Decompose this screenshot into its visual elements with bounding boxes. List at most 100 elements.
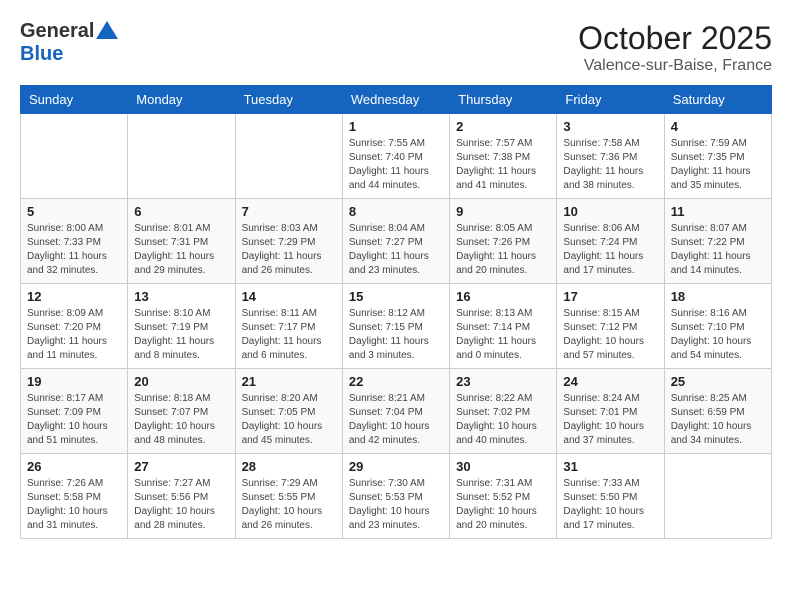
- day-number: 29: [349, 459, 443, 474]
- day-number: 31: [563, 459, 657, 474]
- day-header-friday: Friday: [557, 86, 664, 114]
- location: Valence-sur-Baise, France: [578, 57, 772, 75]
- calendar-cell: [128, 114, 235, 199]
- day-info: Sunrise: 7:58 AM Sunset: 7:36 PM Dayligh…: [563, 137, 657, 193]
- calendar-cell: 30 Sunrise: 7:31 AM Sunset: 5:52 PM Dayli…: [450, 454, 557, 539]
- calendar-cell: [21, 114, 128, 199]
- calendar-cell: 12Sunrise: 8:09 AM Sunset: 7:20 PM Dayli…: [21, 284, 128, 369]
- calendar-cell: 23 Sunrise: 8:22 AM Sunset: 7:02 PM Dayli…: [450, 369, 557, 454]
- day-number: 27: [134, 459, 228, 474]
- day-info: Sunrise: 8:06 AM Sunset: 7:24 PM Dayligh…: [563, 222, 657, 278]
- day-number: 17: [563, 289, 657, 304]
- day-info: Sunrise: 8:17 AM Sunset: 7:09 PM Dayligh…: [27, 392, 121, 448]
- day-number: 22: [349, 374, 443, 389]
- logo-blue: Blue: [20, 43, 63, 66]
- day-info: Sunrise: 7:55 AM Sunset: 7:40 PM Dayligh…: [349, 137, 443, 193]
- day-header-sunday: Sunday: [21, 86, 128, 114]
- day-info: Sunrise: 8:03 AM Sunset: 7:29 PM Dayligh…: [242, 222, 336, 278]
- calendar-cell: 20 Sunrise: 8:18 AM Sunset: 7:07 PM Dayli…: [128, 369, 235, 454]
- day-number: 23: [456, 374, 550, 389]
- day-info: Sunrise: 8:22 AM Sunset: 7:02 PM Dayligh…: [456, 392, 550, 448]
- day-number: 6: [134, 204, 228, 219]
- calendar-cell: 16 Sunrise: 8:13 AM Sunset: 7:14 PM Dayli…: [450, 284, 557, 369]
- day-info: Sunrise: 8:20 AM Sunset: 7:05 PM Dayligh…: [242, 392, 336, 448]
- day-info: Sunrise: 8:25 AM Sunset: 6:59 PM Dayligh…: [671, 392, 765, 448]
- calendar-cell: [664, 454, 771, 539]
- calendar-cell: 9Sunrise: 8:05 AM Sunset: 7:26 PM Daylig…: [450, 199, 557, 284]
- calendar-cell: 31 Sunrise: 7:33 AM Sunset: 5:50 PM Dayli…: [557, 454, 664, 539]
- calendar-cell: 1 Sunrise: 7:55 AM Sunset: 7:40 PM Daylig…: [342, 114, 449, 199]
- day-number: 11: [671, 204, 765, 219]
- day-number: 7: [242, 204, 336, 219]
- day-info: Sunrise: 8:12 AM Sunset: 7:15 PM Dayligh…: [349, 307, 443, 363]
- day-info: Sunrise: 7:29 AM Sunset: 5:55 PM Dayligh…: [242, 477, 336, 533]
- day-info: Sunrise: 8:00 AM Sunset: 7:33 PM Dayligh…: [27, 222, 121, 278]
- day-number: 20: [134, 374, 228, 389]
- day-info: Sunrise: 8:07 AM Sunset: 7:22 PM Dayligh…: [671, 222, 765, 278]
- logo-icon: [96, 21, 118, 39]
- calendar-cell: 6 Sunrise: 8:01 AM Sunset: 7:31 PM Daylig…: [128, 199, 235, 284]
- calendar-cell: 5 Sunrise: 8:00 AM Sunset: 7:33 PM Daylig…: [21, 199, 128, 284]
- logo: General Blue: [20, 20, 118, 66]
- calendar-cell: 10 Sunrise: 8:06 AM Sunset: 7:24 PM Dayli…: [557, 199, 664, 284]
- calendar-cell: 7 Sunrise: 8:03 AM Sunset: 7:29 PM Daylig…: [235, 199, 342, 284]
- calendar-cell: 11 Sunrise: 8:07 AM Sunset: 7:22 PM Dayli…: [664, 199, 771, 284]
- day-number: 16: [456, 289, 550, 304]
- day-number: 14: [242, 289, 336, 304]
- day-info: Sunrise: 8:01 AM Sunset: 7:31 PM Dayligh…: [134, 222, 228, 278]
- calendar-table: SundayMondayTuesdayWednesdayThursdayFrid…: [20, 85, 772, 539]
- day-number: 10: [563, 204, 657, 219]
- calendar-cell: 15 Sunrise: 8:12 AM Sunset: 7:15 PM Dayli…: [342, 284, 449, 369]
- day-info: Sunrise: 7:30 AM Sunset: 5:53 PM Dayligh…: [349, 477, 443, 533]
- calendar-cell: 13Sunrise: 8:10 AM Sunset: 7:19 PM Dayli…: [128, 284, 235, 369]
- calendar-week-row: 1 Sunrise: 7:55 AM Sunset: 7:40 PM Daylig…: [21, 114, 772, 199]
- day-info: Sunrise: 8:21 AM Sunset: 7:04 PM Dayligh…: [349, 392, 443, 448]
- day-info: Sunrise: 7:57 AM Sunset: 7:38 PM Dayligh…: [456, 137, 550, 193]
- day-info: Sunrise: 7:59 AM Sunset: 7:35 PM Dayligh…: [671, 137, 765, 193]
- day-info: Sunrise: 8:13 AM Sunset: 7:14 PM Dayligh…: [456, 307, 550, 363]
- day-info: Sunrise: 8:18 AM Sunset: 7:07 PM Dayligh…: [134, 392, 228, 448]
- day-number: 21: [242, 374, 336, 389]
- calendar-cell: 21 Sunrise: 8:20 AM Sunset: 7:05 PM Dayli…: [235, 369, 342, 454]
- day-number: 5: [27, 204, 121, 219]
- day-info: Sunrise: 8:05 AM Sunset: 7:26 PM Dayligh…: [456, 222, 550, 278]
- page-header: General Blue October 2025 Valence-sur-Ba…: [20, 20, 772, 75]
- calendar-cell: 3 Sunrise: 7:58 AM Sunset: 7:36 PM Daylig…: [557, 114, 664, 199]
- calendar-week-row: 5 Sunrise: 8:00 AM Sunset: 7:33 PM Daylig…: [21, 199, 772, 284]
- day-info: Sunrise: 8:15 AM Sunset: 7:12 PM Dayligh…: [563, 307, 657, 363]
- day-info: Sunrise: 7:33 AM Sunset: 5:50 PM Dayligh…: [563, 477, 657, 533]
- calendar-cell: 19 Sunrise: 8:17 AM Sunset: 7:09 PM Dayli…: [21, 369, 128, 454]
- calendar-cell: 27 Sunrise: 7:27 AM Sunset: 5:56 PM Dayli…: [128, 454, 235, 539]
- calendar-cell: 14Sunrise: 8:11 AM Sunset: 7:17 PM Dayli…: [235, 284, 342, 369]
- calendar-cell: 8Sunrise: 8:04 AM Sunset: 7:27 PM Daylig…: [342, 199, 449, 284]
- day-number: 15: [349, 289, 443, 304]
- calendar-cell: 28 Sunrise: 7:29 AM Sunset: 5:55 PM Dayli…: [235, 454, 342, 539]
- day-number: 8: [349, 204, 443, 219]
- calendar-week-row: 19 Sunrise: 8:17 AM Sunset: 7:09 PM Dayli…: [21, 369, 772, 454]
- day-number: 13: [134, 289, 228, 304]
- day-number: 26: [27, 459, 121, 474]
- day-info: Sunrise: 7:31 AM Sunset: 5:52 PM Dayligh…: [456, 477, 550, 533]
- day-number: 3: [563, 119, 657, 134]
- day-header-tuesday: Tuesday: [235, 86, 342, 114]
- title-section: October 2025 Valence-sur-Baise, France: [578, 20, 772, 75]
- month-title: October 2025: [578, 20, 772, 57]
- day-number: 28: [242, 459, 336, 474]
- day-number: 18: [671, 289, 765, 304]
- day-number: 1: [349, 119, 443, 134]
- day-info: Sunrise: 7:27 AM Sunset: 5:56 PM Dayligh…: [134, 477, 228, 533]
- day-number: 25: [671, 374, 765, 389]
- day-number: 19: [27, 374, 121, 389]
- calendar-cell: 4 Sunrise: 7:59 AM Sunset: 7:35 PM Daylig…: [664, 114, 771, 199]
- calendar-cell: 24Sunrise: 8:24 AM Sunset: 7:01 PM Dayli…: [557, 369, 664, 454]
- calendar-cell: 22 Sunrise: 8:21 AM Sunset: 7:04 PM Dayli…: [342, 369, 449, 454]
- calendar-week-row: 26 Sunrise: 7:26 AM Sunset: 5:58 PM Dayli…: [21, 454, 772, 539]
- calendar-header-row: SundayMondayTuesdayWednesdayThursdayFrid…: [21, 86, 772, 114]
- calendar-cell: 29 Sunrise: 7:30 AM Sunset: 5:53 PM Dayli…: [342, 454, 449, 539]
- day-info: Sunrise: 7:26 AM Sunset: 5:58 PM Dayligh…: [27, 477, 121, 533]
- day-number: 30: [456, 459, 550, 474]
- day-header-monday: Monday: [128, 86, 235, 114]
- day-number: 4: [671, 119, 765, 134]
- logo-general: General: [20, 20, 118, 43]
- calendar-cell: 17 Sunrise: 8:15 AM Sunset: 7:12 PM Dayli…: [557, 284, 664, 369]
